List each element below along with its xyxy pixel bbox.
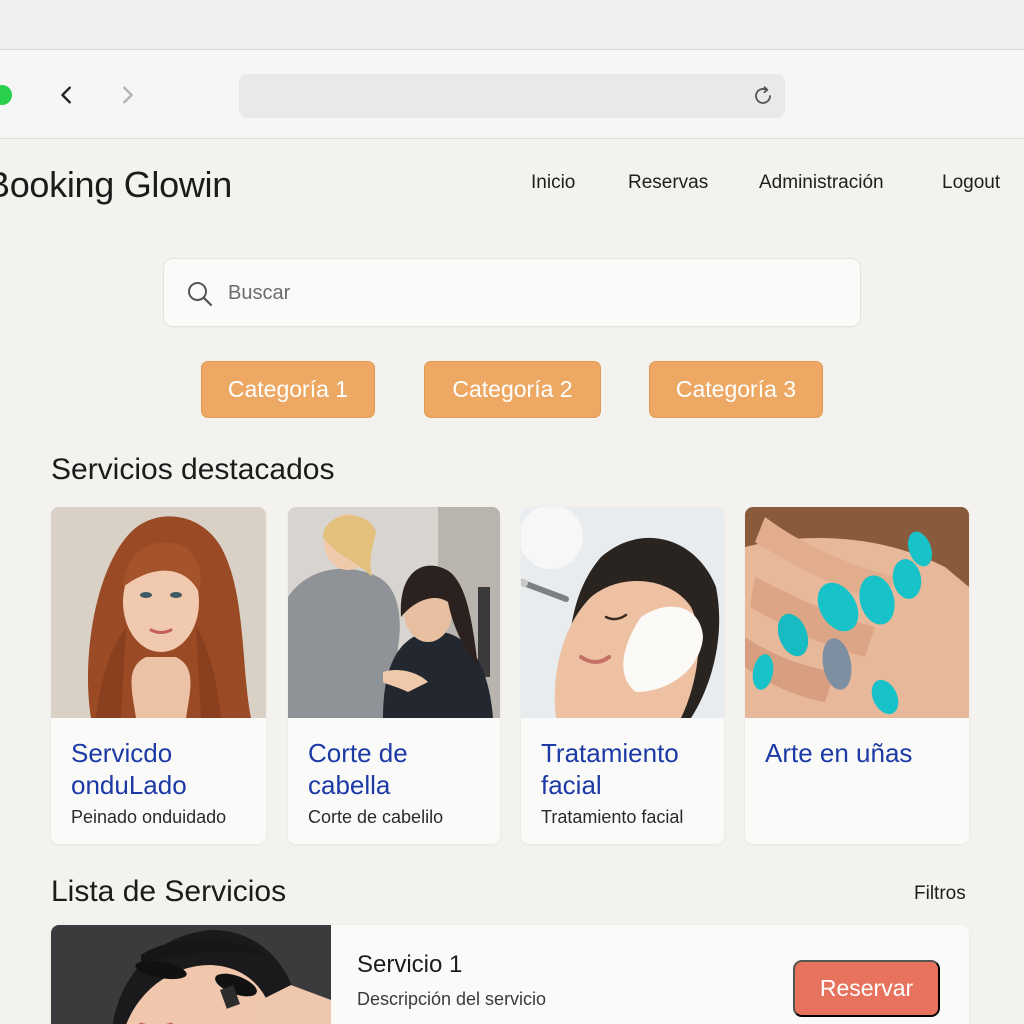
service-list-item[interactable]: Servicio 1 Descripción del servicio Rese… <box>51 925 969 1024</box>
card-subtitle: Corte de cabelilo <box>308 807 444 827</box>
hairdresser-photo <box>288 507 500 718</box>
service-card[interactable]: Corte de cabella Corte de cabelilo <box>288 507 500 844</box>
facial-mask-photo <box>521 507 724 718</box>
card-title: Servicdo onduLado <box>71 738 187 800</box>
filters-link[interactable]: Filtros <box>914 883 966 905</box>
nav-link-reservas[interactable]: Reservas <box>628 172 708 194</box>
back-button[interactable] <box>52 80 82 110</box>
nav-link-inicio[interactable]: Inicio <box>531 172 575 194</box>
service-description: Descripción del servicio <box>357 989 547 1009</box>
card-subtitle: Peinado onduidado <box>71 807 227 827</box>
services-list-title: Lista de Servicios <box>51 875 287 908</box>
card-subtitle: Tratamiento facial <box>541 807 684 827</box>
card-title: Corte de cabella <box>308 738 408 800</box>
main-nav: Inicio Reservas Administración Logout <box>0 172 1024 202</box>
search-input[interactable] <box>228 273 828 313</box>
browser-top-strip <box>0 0 1024 50</box>
chevron-right-icon <box>123 86 133 104</box>
reserve-button[interactable]: Reservar <box>793 960 940 1017</box>
chevron-left-icon <box>61 86 71 104</box>
service-card[interactable]: Tratamiento facial Tratamiento facial <box>521 507 724 844</box>
service-card[interactable]: Servicdo onduLado Peinado onduidado <box>51 507 266 844</box>
featured-section-title: Servicios destacados <box>51 453 335 486</box>
card-title: Tratamiento facial <box>541 738 679 800</box>
forward-button[interactable] <box>112 80 142 110</box>
nav-link-administracion[interactable]: Administración <box>759 172 884 194</box>
card-title: Arte en uñas <box>765 738 913 768</box>
category-2-button[interactable]: Categoría 2 <box>424 361 601 418</box>
service-card[interactable]: Arte en uñas <box>745 507 969 844</box>
turquoise-nails-photo <box>745 507 969 718</box>
lash-treatment-photo <box>51 925 331 1024</box>
service-title: Servicio 1 <box>357 951 463 978</box>
search-icon <box>188 282 213 307</box>
reload-icon[interactable] <box>751 84 775 108</box>
category-1-button[interactable]: Categoría 1 <box>201 361 375 418</box>
category-3-button[interactable]: Categoría 3 <box>649 361 823 418</box>
search-box[interactable] <box>163 258 861 327</box>
nav-link-logout[interactable]: Logout <box>942 172 1000 194</box>
address-bar[interactable] <box>239 74 785 118</box>
redhead-portrait-photo <box>51 507 266 718</box>
